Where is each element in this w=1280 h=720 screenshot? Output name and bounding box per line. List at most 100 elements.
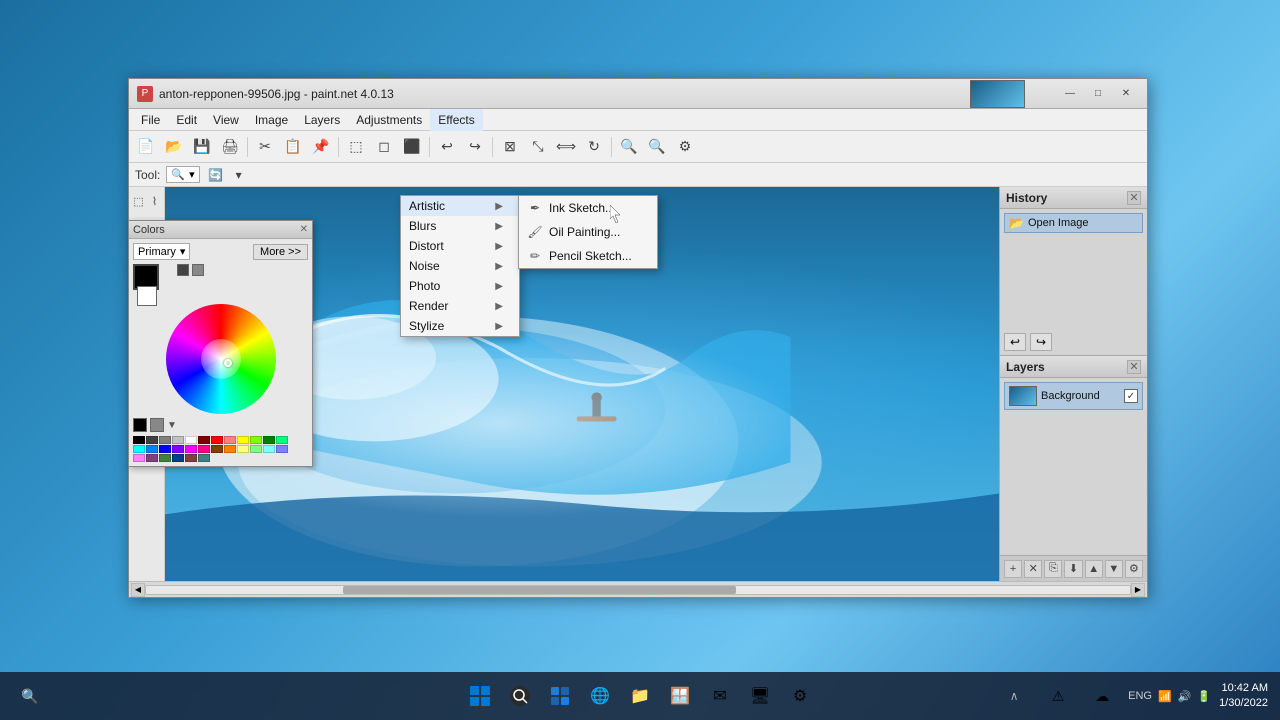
palette-color-swatch[interactable] xyxy=(159,445,171,453)
undo-button[interactable]: ↩ xyxy=(434,134,460,160)
palette-color-swatch[interactable] xyxy=(237,445,249,453)
horizontal-scrollbar[interactable] xyxy=(145,585,1131,595)
effects-distort-item[interactable]: Distort ▶ xyxy=(401,236,519,256)
flip-button[interactable]: ⟺ xyxy=(553,134,579,160)
crop-button[interactable]: ⊠ xyxy=(497,134,523,160)
palette-color-swatch[interactable] xyxy=(159,454,171,462)
invert-button[interactable]: ⬛ xyxy=(399,134,425,160)
color-cycle-button[interactable]: 🔄 xyxy=(206,165,226,185)
effects-photo-item[interactable]: Photo ▶ xyxy=(401,276,519,296)
select-all-button[interactable]: ⬚ xyxy=(343,134,369,160)
tool-lasso[interactable]: ⌇ xyxy=(147,189,162,213)
palette-color-swatch[interactable] xyxy=(211,445,223,453)
layers-close-button[interactable]: ✕ xyxy=(1127,360,1141,374)
history-undo-button[interactable]: ↩ xyxy=(1004,333,1026,351)
color-wheel-container[interactable] xyxy=(166,304,276,414)
palette-color-swatch[interactable] xyxy=(224,436,236,444)
palette-color-swatch[interactable] xyxy=(133,454,145,462)
taskbar-clock[interactable]: 10:42 AM 1/30/2022 xyxy=(1219,681,1268,712)
palette-color-swatch[interactable] xyxy=(276,445,288,453)
color-mode-button[interactable]: ▾ xyxy=(229,165,249,185)
palette-color-swatch[interactable] xyxy=(276,436,288,444)
palette-color-swatch[interactable] xyxy=(198,445,210,453)
move-up-button[interactable]: ▲ xyxy=(1085,560,1103,578)
palette-color-swatch[interactable] xyxy=(146,445,158,453)
merge-layer-button[interactable]: ⬇ xyxy=(1064,560,1082,578)
deselect-button[interactable]: ◻ xyxy=(371,134,397,160)
palette-color-swatch[interactable] xyxy=(263,436,275,444)
color-mode-select[interactable]: Primary ▾ xyxy=(133,243,190,260)
taskbar-search-btn[interactable] xyxy=(502,678,538,714)
rotate-button[interactable]: ↻ xyxy=(581,134,607,160)
effects-stylize-item[interactable]: Stylize ▶ xyxy=(401,316,519,336)
menu-view[interactable]: View xyxy=(205,109,247,131)
maximize-button[interactable]: □ xyxy=(1085,84,1111,104)
effects-render-item[interactable]: Render ▶ xyxy=(401,296,519,316)
palette-color-swatch[interactable] xyxy=(133,436,145,444)
zoom-in-button[interactable]: 🔍 xyxy=(616,134,642,160)
taskbar-search[interactable]: 🔍 xyxy=(12,678,48,714)
palette-color-swatch[interactable] xyxy=(133,445,145,453)
menu-image[interactable]: Image xyxy=(247,109,296,131)
taskbar-settings[interactable]: ⚙ xyxy=(782,678,818,714)
copy-button[interactable]: 📋 xyxy=(280,134,306,160)
close-button[interactable]: ✕ xyxy=(1113,84,1139,104)
palette-color-swatch[interactable] xyxy=(185,436,197,444)
layer-visibility-checkbox[interactable]: ✓ xyxy=(1124,389,1138,403)
scroll-right-button[interactable]: ▶ xyxy=(1131,583,1145,597)
open-button[interactable]: 📂 xyxy=(161,134,187,160)
taskbar-explorer[interactable]: 📁 xyxy=(622,678,658,714)
taskbar-cloud[interactable]: ☁ xyxy=(1084,678,1120,714)
taskbar-store[interactable]: 🪟 xyxy=(662,678,698,714)
scrollbar-thumb[interactable] xyxy=(343,586,737,594)
add-layer-button[interactable]: + xyxy=(1004,560,1022,578)
taskbar-start[interactable] xyxy=(462,678,498,714)
redo-button[interactable]: ↪ xyxy=(462,134,488,160)
tool-rectangle-select[interactable]: ⬚ xyxy=(131,189,146,213)
artistic-pencil-sketch[interactable]: ✏ Pencil Sketch... xyxy=(519,244,657,268)
taskbar-edge[interactable]: 🌐 xyxy=(582,678,618,714)
cut-button[interactable]: ✂ xyxy=(252,134,278,160)
settings-button[interactable]: ⚙ xyxy=(672,134,698,160)
history-redo-button[interactable]: ↪ xyxy=(1030,333,1052,351)
palette-color-swatch[interactable] xyxy=(185,445,197,453)
layer-properties-button[interactable]: ⚙ xyxy=(1125,560,1143,578)
gray-swatch[interactable] xyxy=(150,418,164,432)
artistic-ink-sketch[interactable]: ✒ Ink Sketch... xyxy=(519,196,657,220)
taskbar-terminal[interactable]: 🖥 xyxy=(742,678,778,714)
palette-color-swatch[interactable] xyxy=(172,445,184,453)
more-colors-button[interactable]: More >> xyxy=(253,244,308,260)
palette-color-swatch[interactable] xyxy=(224,445,236,453)
new-button[interactable]: 📄 xyxy=(133,134,159,160)
menu-effects[interactable]: Effects xyxy=(430,109,482,131)
black-swatch[interactable] xyxy=(133,418,147,432)
menu-file[interactable]: File xyxy=(133,109,168,131)
palette-color-swatch[interactable] xyxy=(146,436,158,444)
scroll-left-button[interactable]: ◀ xyxy=(131,583,145,597)
menu-edit[interactable]: Edit xyxy=(168,109,205,131)
paste-button[interactable]: 📌 xyxy=(308,134,334,160)
palette-color-swatch[interactable] xyxy=(211,436,223,444)
color-wheel[interactable] xyxy=(166,304,276,414)
palette-color-swatch[interactable] xyxy=(172,436,184,444)
delete-layer-button[interactable]: ✕ xyxy=(1024,560,1042,578)
secondary-color-swatch[interactable] xyxy=(137,286,157,306)
taskbar-widgets[interactable] xyxy=(542,678,578,714)
taskbar-overflow[interactable]: ∧ xyxy=(996,678,1032,714)
palette-color-swatch[interactable] xyxy=(237,436,249,444)
minimize-button[interactable]: — xyxy=(1057,84,1083,104)
palette-color-swatch[interactable] xyxy=(146,454,158,462)
palette-color-swatch[interactable] xyxy=(263,445,275,453)
palette-color-swatch[interactable] xyxy=(198,436,210,444)
menu-layers[interactable]: Layers xyxy=(296,109,348,131)
taskbar-warning[interactable]: ⚠ xyxy=(1040,678,1076,714)
palette-color-swatch[interactable] xyxy=(250,445,262,453)
colors-close-button[interactable]: ✕ xyxy=(300,224,308,235)
effects-artistic-item[interactable]: Artistic ▶ xyxy=(401,196,519,216)
palette-color-swatch[interactable] xyxy=(250,436,262,444)
move-down-button[interactable]: ▼ xyxy=(1105,560,1123,578)
duplicate-layer-button[interactable]: ⎘ xyxy=(1044,560,1062,578)
artistic-oil-painting[interactable]: 🖌 Oil Painting... xyxy=(519,220,657,244)
resize-button[interactable]: ⤡ xyxy=(525,134,551,160)
taskbar-mail[interactable]: ✉ xyxy=(702,678,738,714)
